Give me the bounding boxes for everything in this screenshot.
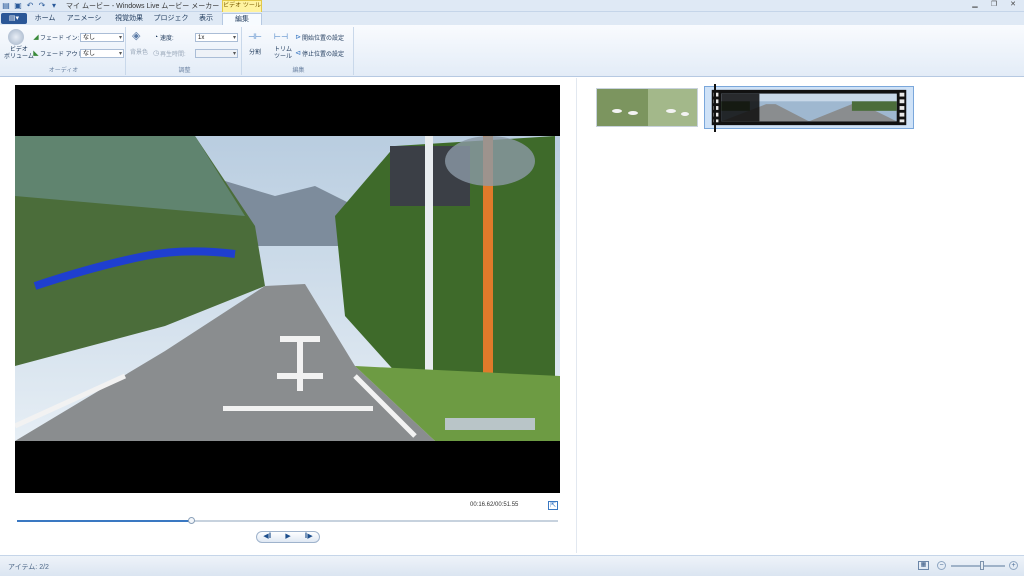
storyboard-pane	[578, 78, 1024, 553]
play-icon[interactable]: ▶	[278, 532, 299, 542]
video-volume-button[interactable]: ビデオ ボリューム	[4, 47, 34, 61]
preview-pane: 00:16.62/00:51.55 ⇱ ◀‖ ▶ ‖▶	[0, 78, 577, 553]
seek-bar[interactable]	[17, 517, 558, 524]
undo-icon[interactable]: ↶	[26, 1, 34, 10]
fade-out-icon: ◣	[33, 50, 39, 58]
trim-tool-button[interactable]: トリム ツール	[274, 47, 292, 61]
speed-dropdown[interactable]: 1x	[195, 33, 238, 42]
split-button[interactable]: 分割	[249, 47, 261, 56]
zoom-slider[interactable]	[951, 565, 1005, 567]
edit-group-label: 編集	[292, 68, 305, 74]
set-start-button[interactable]: ⊳開始位置の設定	[294, 33, 344, 42]
speed-label: ◔ 速度:	[153, 34, 174, 42]
duration-dropdown[interactable]	[195, 49, 238, 58]
playhead[interactable]	[714, 84, 716, 132]
ribbon-tabs: ▤▾ ホーム アニメーション 視覚効果 プロジェクト 表示 編集	[0, 12, 1024, 34]
item-count: アイテム: 2/2	[8, 564, 49, 571]
adjust-group: ◈ 背景色 ◔速度: 1x ◷再生時間: 調整	[128, 27, 242, 75]
close-icon[interactable]: ✕	[1008, 0, 1018, 9]
speaker-icon	[8, 29, 24, 45]
split-icon: ⊣⊢	[248, 32, 262, 41]
seek-thumb[interactable]	[188, 517, 196, 524]
fade-out-dropdown[interactable]: なし	[80, 49, 124, 58]
road-scene-image	[15, 136, 560, 441]
storyboard-view-icon[interactable]: ▦	[918, 561, 929, 570]
tab-home[interactable]: ホーム	[32, 13, 58, 25]
audio-group-label: オーディオ	[48, 68, 79, 74]
zoom-slider-knob[interactable]	[980, 561, 985, 570]
tab-animation[interactable]: アニメーション	[64, 13, 104, 34]
clip-2-filmstrip	[711, 89, 907, 126]
transport-controls: ◀‖ ▶ ‖▶	[256, 531, 320, 543]
video-frame	[15, 136, 560, 441]
fade-in-dropdown[interactable]: なし	[80, 33, 124, 42]
playback-time: 00:16.62/00:51.55	[470, 502, 519, 508]
status-bar: アイテム: 2/2 ▦ − +	[0, 555, 1024, 576]
fade-in-label: ◢フェード イン:	[33, 34, 80, 42]
paint-bucket-icon: ◈	[132, 30, 141, 42]
quick-access-toolbar: ▤ ▣ ↶ ↷ ▾	[2, 1, 58, 10]
clip-2[interactable]	[704, 86, 914, 129]
tab-view[interactable]: 表示	[194, 13, 218, 25]
zoom-control: − +	[937, 561, 1019, 572]
set-end-button[interactable]: ⊲停止位置の設定	[294, 49, 344, 58]
audio-group: ビデオ ボリューム ◢フェード イン: なし ◣フェード アウト: なし オーデ…	[2, 27, 126, 75]
fullscreen-icon[interactable]: ⇱	[548, 501, 558, 510]
clip-1[interactable]	[596, 88, 698, 127]
trim-icon: ⊢⊣	[274, 32, 288, 41]
next-frame-icon[interactable]: ‖▶	[298, 532, 319, 542]
video-preview[interactable]	[15, 85, 560, 493]
zoom-out-icon[interactable]: −	[937, 561, 946, 570]
set-start-icon: ⊳	[295, 34, 301, 42]
fade-in-icon: ◢	[33, 34, 39, 42]
window-controls: ▁ ❐ ✕	[970, 0, 1018, 9]
duration-label: ◷再生時間:	[152, 50, 186, 58]
tab-project[interactable]: プロジェクト	[152, 13, 190, 34]
save-icon[interactable]: ▣	[14, 1, 22, 10]
customize-icon[interactable]: ▾	[50, 1, 58, 10]
title-bar: ▤ ▣ ↶ ↷ ▾ マイ ムービー - Windows Live ムービー メー…	[0, 0, 1024, 12]
clip-1-thumbnail	[597, 89, 697, 126]
redo-icon[interactable]: ↷	[38, 1, 46, 10]
main-area: 00:16.62/00:51.55 ⇱ ◀‖ ▶ ‖▶	[0, 78, 1024, 553]
zoom-in-icon[interactable]: +	[1009, 561, 1018, 570]
ribbon: ビデオ ボリューム ◢フェード イン: なし ◣フェード アウト: なし オーデ…	[0, 25, 1024, 77]
app-menu-icon: ▤▾	[8, 15, 20, 22]
tab-edit[interactable]: 編集	[222, 13, 262, 25]
adjust-group-label: 調整	[178, 68, 191, 74]
previous-frame-icon[interactable]: ◀‖	[257, 532, 278, 542]
tab-visual-effects[interactable]: 視覚効果	[112, 13, 146, 25]
app-icon: ▤	[2, 1, 10, 10]
minimize-icon[interactable]: ▁	[970, 0, 980, 9]
window-title: マイ ムービー - Windows Live ムービー メーカー	[66, 3, 220, 10]
restore-icon[interactable]: ❐	[989, 0, 999, 9]
background-color-button[interactable]: 背景色	[130, 47, 148, 56]
seek-progress	[17, 520, 192, 522]
clock-icon: ◷	[152, 50, 160, 58]
fade-out-label: ◣フェード アウト:	[33, 50, 86, 58]
edit-group: ⊣⊢ 分割 ⊢⊣ トリム ツール ⊳開始位置の設定 ⊲停止位置の設定 編集	[244, 27, 354, 75]
context-tab-video-tools: ビデオ ツール	[222, 0, 262, 12]
speed-icon: ◔	[153, 34, 159, 42]
app-menu-button[interactable]: ▤▾	[1, 13, 27, 24]
set-end-icon: ⊲	[295, 50, 301, 58]
